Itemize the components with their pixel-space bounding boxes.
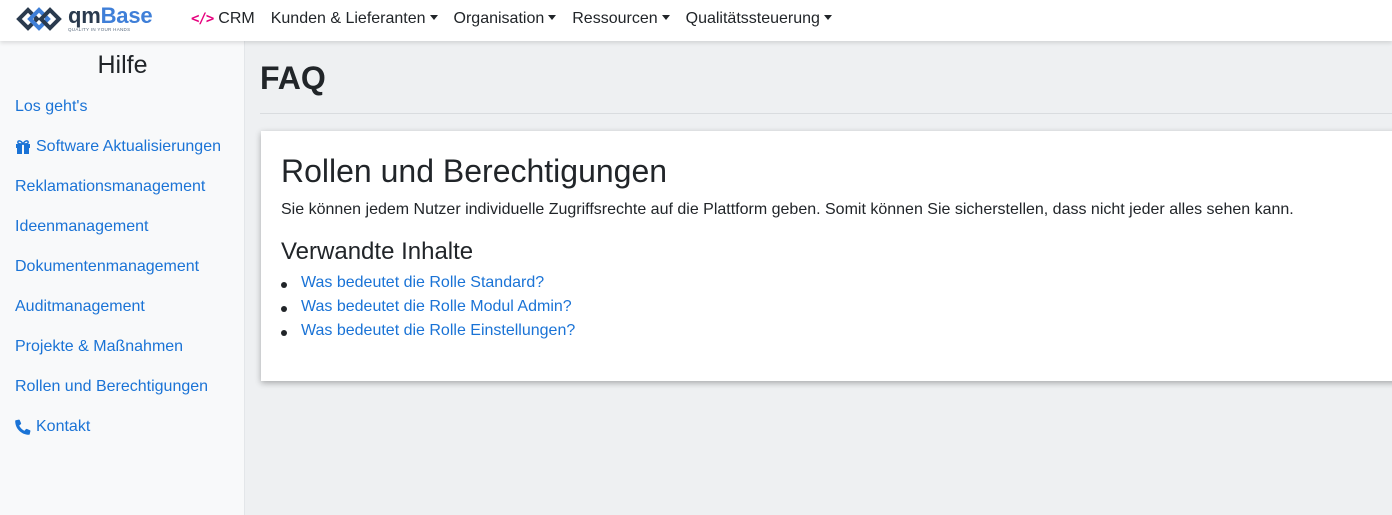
- brand-name-part1: qm: [68, 3, 101, 29]
- list-item: Was bedeutet die Rolle Einstellungen?: [280, 322, 575, 346]
- sidebar-item-label: Kontakt: [36, 418, 91, 435]
- list-item: Was bedeutet die Rolle Standard?: [280, 274, 575, 298]
- main-nav: </> CRM Kunden & Lieferanten Organisatio…: [191, 0, 848, 37]
- caret-down-icon: [661, 15, 670, 20]
- nav-item-qualitaetssteuerung[interactable]: Qualitätssteuerung: [686, 10, 832, 28]
- sidebar-item-projekte-massnahmen[interactable]: Projekte & Maßnahmen: [15, 338, 183, 356]
- list-item: Was bedeutet die Rolle Modul Admin?: [280, 298, 575, 322]
- sidebar-item-rollen-berechtigungen[interactable]: Rollen und Berechtigungen: [15, 378, 208, 396]
- nav-item-kunden-lieferanten[interactable]: Kunden & Lieferanten: [271, 10, 438, 28]
- sidebar-item-software-aktualisierungen[interactable]: Software Aktualisierungen: [15, 138, 221, 156]
- card-description: Sie können jedem Nutzer individuelle Zug…: [281, 201, 1294, 218]
- sidebar-item-dokumentenmanagement[interactable]: Dokumentenmanagement: [15, 258, 199, 276]
- related-content-heading: Verwandte Inhalte: [281, 238, 474, 265]
- caret-down-icon: [548, 15, 557, 20]
- page-title: FAQ: [260, 60, 326, 96]
- related-link-modul-admin[interactable]: Was bedeutet die Rolle Modul Admin?: [301, 298, 572, 315]
- title-divider: [260, 113, 1392, 114]
- nav-item-label: Qualitätssteuerung: [685, 9, 820, 27]
- related-link-einstellungen[interactable]: Was bedeutet die Rolle Einstellungen?: [301, 322, 575, 339]
- brand-name-part2: Base: [100, 3, 153, 29]
- nav-item-crm-label: CRM: [218, 9, 255, 27]
- related-link-standard[interactable]: Was bedeutet die Rolle Standard?: [301, 274, 544, 291]
- qmbase-logo-icon: [16, 7, 62, 31]
- sidebar-item-label: Reklamationsmanagement: [15, 178, 206, 195]
- nav-item-organisation[interactable]: Organisation: [454, 10, 557, 28]
- nav-item-label: Organisation: [453, 9, 545, 27]
- sidebar-item-label: Auditmanagement: [15, 298, 145, 315]
- sidebar-item-label: Rollen und Berechtigungen: [15, 378, 209, 395]
- sidebar-item-label: Los geht's: [15, 98, 88, 115]
- nav-item-label: Kunden & Lieferanten: [270, 9, 426, 27]
- help-sidebar: Hilfe Los geht's Software Aktualisierung…: [0, 41, 245, 515]
- sidebar-item-ideenmanagement[interactable]: Ideenmanagement: [15, 218, 148, 236]
- brand-text: qmBase QUALITY IN YOUR HANDS: [68, 3, 153, 33]
- sidebar-item-label: Dokumentenmanagement: [15, 258, 200, 275]
- sidebar-item-kontakt[interactable]: Kontakt: [15, 418, 90, 436]
- gift-icon: [16, 140, 30, 154]
- sidebar-title: Hilfe: [97, 51, 148, 79]
- nav-item-label: Ressourcen: [572, 9, 658, 27]
- brand-logo-link[interactable]: qmBase QUALITY IN YOUR HANDS: [16, 3, 176, 35]
- faq-card: Rollen und Berechtigungen Sie können jed…: [261, 131, 1392, 381]
- code-icon: </>: [191, 10, 214, 27]
- brand-tagline: QUALITY IN YOUR HANDS: [68, 27, 131, 33]
- brand-name: qmBase: [68, 3, 153, 29]
- sidebar-item-los-gehts[interactable]: Los geht's: [15, 98, 87, 116]
- sidebar-item-auditmanagement[interactable]: Auditmanagement: [15, 298, 145, 316]
- sidebar-item-label: Projekte & Maßnahmen: [15, 338, 184, 355]
- card-title: Rollen und Berechtigungen: [281, 153, 668, 189]
- top-navbar: qmBase QUALITY IN YOUR HANDS </> CRM Kun…: [0, 0, 1392, 41]
- nav-item-crm[interactable]: </> CRM: [191, 10, 255, 28]
- sidebar-item-label: Ideenmanagement: [15, 218, 149, 235]
- nav-item-ressourcen[interactable]: Ressourcen: [572, 9, 670, 28]
- sidebar-item-label: Software Aktualisierungen: [36, 138, 221, 155]
- phone-icon: [15, 419, 31, 435]
- sidebar-item-reklamationsmanagement[interactable]: Reklamationsmanagement: [15, 178, 205, 196]
- caret-down-icon: [429, 15, 438, 20]
- caret-down-icon: [823, 15, 832, 20]
- related-content-list: Was bedeutet die Rolle Standard? Was bed…: [280, 274, 575, 346]
